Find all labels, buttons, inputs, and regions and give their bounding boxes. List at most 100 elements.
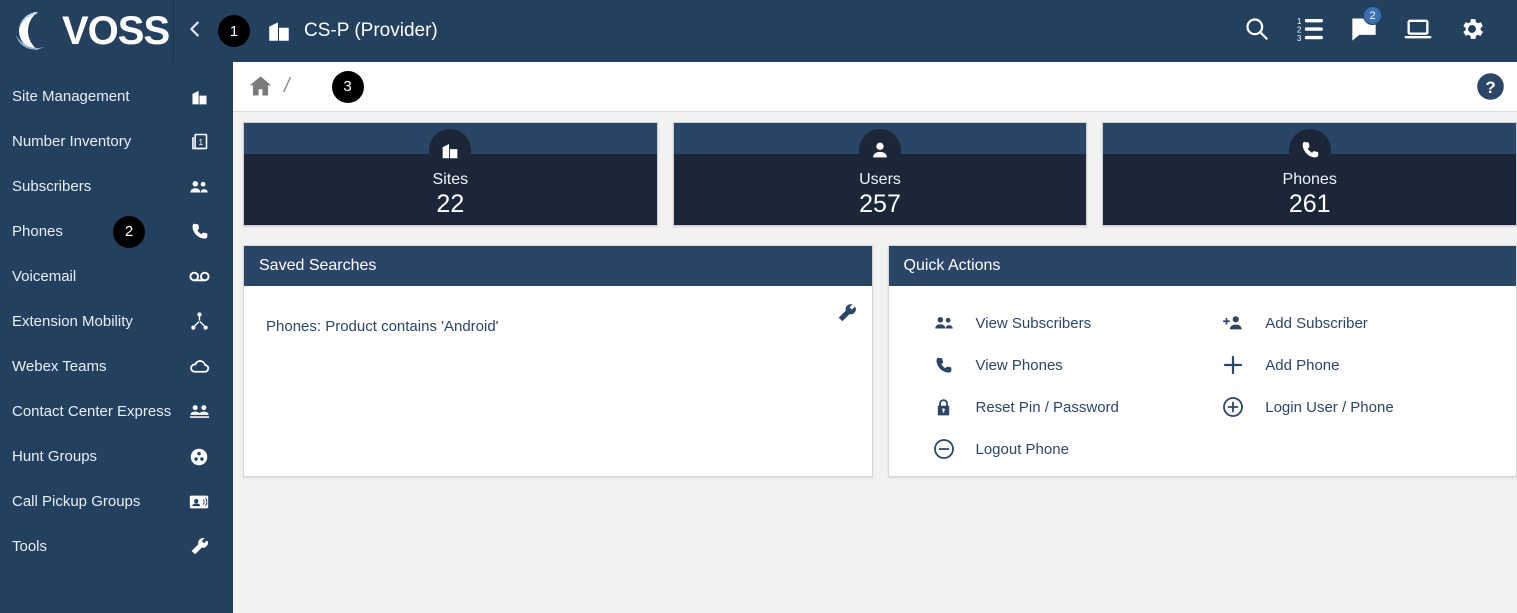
stat-card-value: 257 [859,190,901,218]
sidebar-item-extension-mobility[interactable]: Extension Mobility [0,299,233,344]
sidebar-item-label: Webex Teams [12,357,107,375]
breadcrumb: / 3 ? [233,62,1517,112]
quick-action-login-user-phone[interactable]: Login User / Phone [1218,386,1508,428]
sidebar-item-voicemail[interactable]: Voicemail [0,254,233,299]
plus-circle-icon [1218,395,1248,419]
contact-center-icon [187,400,211,423]
sidebar-item-webex-teams[interactable]: Webex Teams [0,344,233,389]
voicemail-icon [187,265,211,288]
quick-action-reset-pin-password[interactable]: Reset Pin / Password [929,386,1219,428]
sidebar-item-label: Extension Mobility [12,312,133,330]
sidebar-collapse-button[interactable] [174,0,216,62]
number-inventory-icon: 1 [187,131,211,152]
quick-action-add-subscriber[interactable]: Add Subscriber [1218,302,1508,344]
search-icon [1243,15,1270,47]
app-body: Site Management Number Inventory 1 Subsc… [0,62,1517,613]
quick-action-add-phone[interactable]: Add Phone [1218,344,1508,386]
search-button[interactable] [1229,0,1283,62]
messages-button[interactable]: 2 [1337,0,1391,62]
transactions-button[interactable]: 1 2 3 [1283,0,1337,62]
quick-action-label: View Phones [975,356,1063,374]
building-icon [429,129,472,171]
annotation-badge-1: 1 [218,15,250,47]
quick-actions-title: Quick Actions [888,246,1516,286]
quick-action-label: View Subscribers [975,314,1092,332]
quick-action-view-subscribers[interactable]: View Subscribers [929,302,1219,344]
person-add-icon [1218,312,1248,334]
phone-icon [187,221,211,242]
phone-icon [1288,129,1331,171]
quick-action-label: Logout Phone [975,440,1069,458]
saved-searches-title: Saved Searches [244,246,872,286]
sidebar-item-label: Phones [12,222,63,240]
saved-searches-body: Phones: Product contains 'Android' [244,286,872,476]
saved-search-item[interactable]: Phones: Product contains 'Android' [244,302,872,335]
sidebar-item-label: Voicemail [12,267,77,285]
saved-searches-panel: Saved Searches Phones: Product contains … [243,245,873,477]
stat-card-label: Sites [432,171,469,188]
sidebar-item-label: Site Management [12,87,130,105]
wrench-icon [187,536,211,557]
message-count-badge: 2 [1363,6,1382,25]
people-icon [929,312,959,334]
application-window: VOSS 1 CS-P (Provider) 1 2 3 2 Site Mana… [0,0,1517,613]
quick-actions-panel: Quick Actions View Subscribers Add Subsc… [887,245,1517,477]
top-header: VOSS 1 CS-P (Provider) 1 2 3 2 [0,0,1517,62]
sidebar-item-label: Call Pickup Groups [12,492,141,510]
sidebar-item-call-pickup-groups[interactable]: Call Pickup Groups [0,479,233,524]
minus-circle-icon [929,437,959,461]
sidebar-item-site-management[interactable]: Site Management [0,74,233,119]
laptop-icon [1404,15,1432,48]
hunt-group-icon [187,446,211,468]
sidebar-navigation: Site Management Number Inventory 1 Subsc… [0,62,233,613]
quick-action-label: Add Phone [1265,356,1340,374]
plus-icon [1218,353,1248,377]
sidebar-item-label: Number Inventory [12,132,132,150]
stat-card-sites[interactable]: Sites 22 [243,122,658,226]
annotation-badge-2: 2 [113,215,145,248]
svg-text:?: ? [1485,78,1495,97]
voss-logo-text: VOSS [62,9,170,53]
quick-action-label: Reset Pin / Password [975,398,1119,416]
sidebar-item-label: Subscribers [12,177,92,195]
stat-card-label: Phones [1282,171,1337,188]
devices-button[interactable] [1391,0,1445,62]
stat-card-value: 261 [1288,190,1331,218]
sidebar-item-label: Tools [12,537,48,555]
gear-icon [1458,15,1486,48]
breadcrumb-separator: / [284,75,290,97]
stat-card-phones[interactable]: Phones 261 [1102,122,1517,226]
voss-logo[interactable]: VOSS [0,0,173,62]
sidebar-item-tools[interactable]: Tools [0,524,233,569]
stat-card-row: Sites 22 Users 257 Phones 261 [243,122,1517,226]
quick-action-logout-phone[interactable]: Logout Phone [929,428,1219,470]
main-content: / 3 ? Sites 22 Users 257 Phones 261 Save… [233,62,1517,613]
annotation-badge-3: 3 [331,70,364,103]
sidebar-item-contact-center-express[interactable]: Contact Center Express [0,389,233,434]
svg-text:1: 1 [198,138,202,147]
sidebar-item-phones[interactable]: Phones 2 [0,209,233,254]
sidebar-item-hunt-groups[interactable]: Hunt Groups [0,434,233,479]
dashboard: Sites 22 Users 257 Phones 261 Saved Sear… [233,112,1517,613]
wrench-icon[interactable] [836,302,858,324]
settings-button[interactable] [1445,0,1499,62]
chevron-left-icon [184,18,206,45]
quick-action-label: Add Subscriber [1265,314,1368,332]
home-icon[interactable] [247,73,274,100]
stat-card-users[interactable]: Users 257 [672,122,1088,226]
stat-card-label: Users [859,171,901,188]
call-pickup-icon [187,491,211,513]
context-title: CS-P (Provider) [304,20,438,41]
person-icon [859,129,901,171]
people-icon [187,176,211,198]
voss-logo-mark-icon [8,7,60,55]
quick-actions-body: View Subscribers Add Subscriber View Pho… [889,286,1517,476]
quick-action-view-phones[interactable]: View Phones [929,344,1219,386]
sidebar-item-subscribers[interactable]: Subscribers [0,164,233,209]
context-building-icon [266,18,292,44]
saved-search-label: Phones: Product contains 'Android' [266,318,499,335]
panel-row: Saved Searches Phones: Product contains … [243,245,1517,477]
help-icon[interactable]: ? [1476,72,1505,101]
sidebar-item-number-inventory[interactable]: Number Inventory 1 [0,119,233,164]
phone-icon [929,355,959,376]
